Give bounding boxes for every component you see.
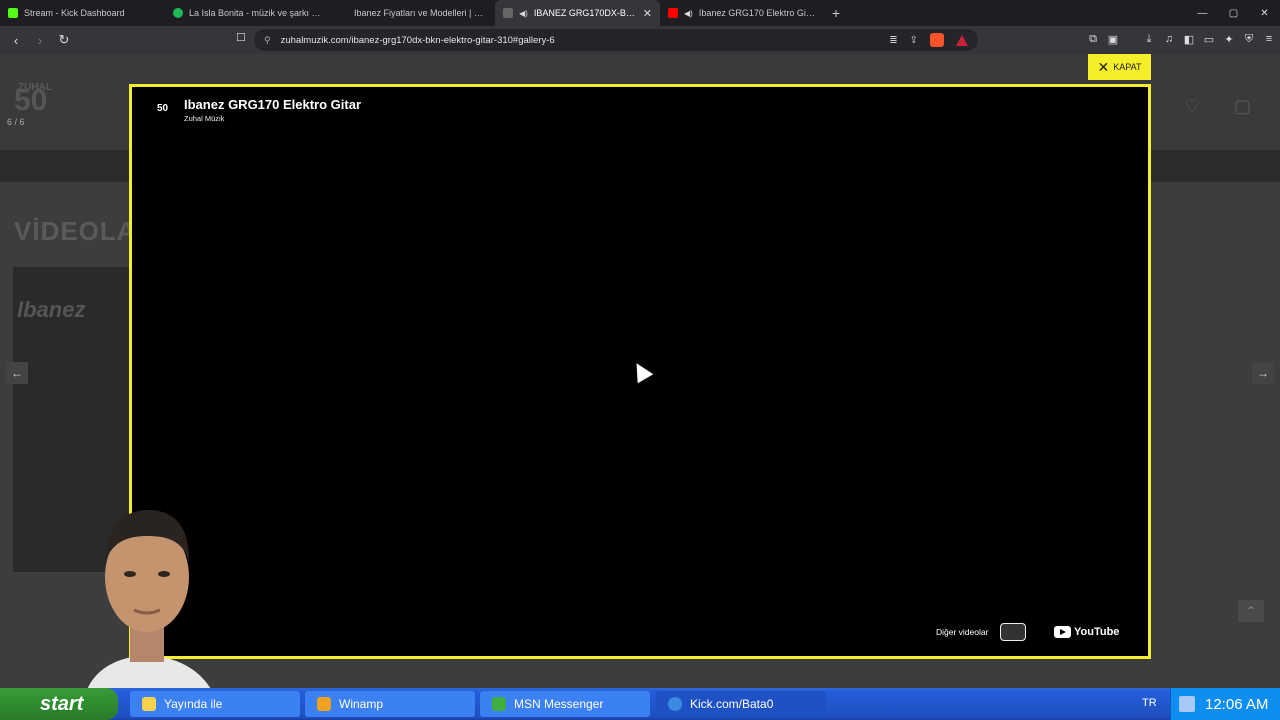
brave-rewards-icon[interactable] [956, 34, 968, 46]
taskbar-button-label: Winamp [339, 697, 384, 711]
network-icon[interactable] [1179, 696, 1195, 712]
tab-title: IBANEZ GRG170DX-BKN GIO [533, 8, 637, 18]
tab-la-isla-bonita[interactable]: La Isla Bonita - müzik ve şarkı sözleri [165, 0, 330, 26]
extensions-icon[interactable]: ⧉ [1086, 30, 1100, 48]
close-icon: ✕ [1097, 59, 1110, 75]
forward-button[interactable]: › [30, 30, 50, 50]
tab-title: Ibanez Fiyatları ve Modelleri | ZUHAL [354, 8, 487, 18]
tab-ibanez-prices[interactable]: Ibanez Fiyatları ve Modelleri | ZUHAL [330, 0, 495, 26]
media-icon[interactable]: ♫ [1162, 30, 1176, 48]
url-text[interactable]: zuhalmuzik.com/ibanez-grg170dx-bkn-elekt… [281, 35, 555, 46]
clock[interactable]: 12:06 AM [1205, 696, 1268, 713]
heart-icon: ♡ [1184, 96, 1201, 116]
kick-icon [8, 8, 18, 18]
gallery-counter: 6 / 6 [7, 117, 25, 127]
close-label: KAPAT [1113, 62, 1142, 72]
msn-icon [492, 697, 506, 711]
download-icon[interactable]: ⤓ [1142, 30, 1156, 48]
tab-title: Stream - Kick Dashboard [24, 8, 125, 18]
more-videos-thumbnail[interactable] [1000, 623, 1026, 641]
taskbar-button-kick[interactable]: Kick.com/Bata0 [656, 691, 826, 717]
tab-title: Ibanez GRG170 Elektro Gitar - Yo [698, 8, 817, 18]
tab-strip: Stream - Kick Dashboard La Isla Bonita -… [0, 0, 1280, 26]
tab-kick-dashboard[interactable]: Stream - Kick Dashboard [0, 0, 165, 26]
menu-icon[interactable]: ≡ [1262, 30, 1276, 48]
speaker-icon[interactable]: ◀) [519, 9, 528, 18]
share-icon[interactable]: ⇪ [910, 35, 918, 46]
site-info-icon[interactable]: ⚲ [264, 35, 271, 46]
brave-shields-icon[interactable] [930, 33, 944, 47]
taskbar: start Yayında ile Winamp MSN Messenger K… [0, 688, 1280, 720]
start-button[interactable]: start [0, 688, 118, 720]
close-tab-icon[interactable]: ✕ [643, 7, 652, 20]
leo-ai-icon[interactable]: ✦ [1222, 30, 1236, 48]
channel-logo-icon[interactable]: 50 [157, 103, 175, 117]
streamer-avatar [82, 510, 220, 712]
logo-small-text: ZUHAL [18, 82, 52, 93]
gallery-next-arrow[interactable]: → [1252, 362, 1274, 384]
vpn-icon[interactable]: ⛨ [1242, 30, 1256, 48]
zuhal-logo: ZUHAL 50 [14, 82, 80, 140]
browser-toolbar: ‹ › ↻ ☐ ⚲ zuhalmuzik.com/ibanez-grg170dx… [0, 26, 1280, 54]
taskbar-button-yayinda[interactable]: Yayında ile [130, 691, 300, 717]
window-controls: — ▢ ✕ [1187, 0, 1280, 26]
browser-icon [668, 697, 682, 711]
taskbar-button-msn[interactable]: MSN Messenger [480, 691, 650, 717]
new-tab-button[interactable]: + [825, 5, 847, 21]
wallet-icon[interactable]: ▭ [1202, 30, 1216, 48]
tab-title: La Isla Bonita - müzik ve şarkı sözleri [189, 8, 322, 18]
channel-name[interactable]: Zuhal Müzik [184, 114, 224, 123]
language-indicator[interactable]: TR [1142, 697, 1157, 709]
tab-youtube-grg170[interactable]: ◀) Ibanez GRG170 Elektro Gitar - Yo [660, 0, 825, 26]
address-bar[interactable]: ⚲ zuhalmuzik.com/ibanez-grg170dx-bkn-ele… [254, 29, 978, 51]
youtube-label: YouTube [1074, 626, 1120, 638]
tab-ibanez-grg170dx[interactable]: ◀) IBANEZ GRG170DX-BKN GIO ✕ [495, 0, 660, 26]
close-window-button[interactable]: ✕ [1249, 0, 1280, 26]
address-bar-icons: ≣ ⇪ [889, 33, 968, 47]
video-title[interactable]: Ibanez GRG170 Elektro Gitar [184, 97, 361, 112]
youtube-icon [668, 8, 678, 18]
cart-icon: ▢ [1234, 96, 1252, 116]
youtube-button[interactable]: YouTube [1054, 626, 1119, 638]
winamp-icon [317, 697, 331, 711]
back-button[interactable]: ‹ [6, 30, 26, 50]
bookmark-icon[interactable]: ☐ [236, 31, 246, 44]
site-icon [503, 8, 513, 18]
videos-heading: VİDEOLA [14, 216, 137, 246]
speaker-icon[interactable]: ◀) [684, 9, 693, 18]
thumb-brand: Ibanez [17, 297, 86, 322]
folder-icon [142, 697, 156, 711]
system-tray: 12:06 AM [1170, 688, 1280, 720]
reader-mode-icon[interactable]: ≣ [889, 35, 897, 46]
youtube-icon [1054, 626, 1071, 638]
screenshot-icon[interactable]: ▣ [1106, 30, 1120, 48]
more-videos-label[interactable]: Diğer videolar [936, 627, 988, 637]
taskbar-button-label: Kick.com/Bata0 [690, 697, 774, 711]
taskbar-button-label: Yayında ile [164, 697, 223, 711]
minimize-button[interactable]: — [1187, 0, 1218, 26]
taskbar-button-winamp[interactable]: Winamp [305, 691, 475, 717]
gallery-prev-arrow[interactable]: ← [6, 362, 28, 384]
close-lightbox-button[interactable]: ✕ KAPAT [1088, 54, 1151, 80]
taskbar-button-label: MSN Messenger [514, 697, 604, 711]
scroll-top-button[interactable]: ⌃ [1238, 600, 1264, 622]
spotify-icon [173, 8, 183, 18]
maximize-button[interactable]: ▢ [1218, 0, 1249, 26]
reload-button[interactable]: ↻ [54, 30, 74, 50]
sidebar-icon[interactable]: ◧ [1182, 30, 1196, 48]
site-icon [338, 8, 348, 18]
extension-icons: ⧉ ▣ ⤓ ♫ ◧ ▭ ✦ ⛨ ≡ [1086, 30, 1276, 48]
